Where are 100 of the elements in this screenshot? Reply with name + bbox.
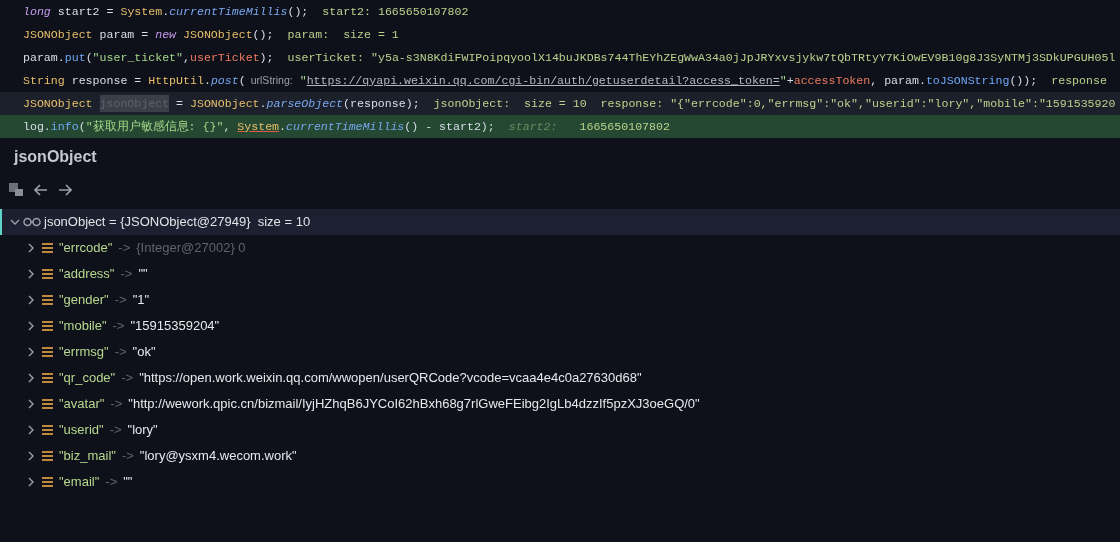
inline-value-label: start2: xyxy=(508,118,558,135)
code-type: JSONObject xyxy=(23,95,94,112)
chevron-icon[interactable] xyxy=(26,425,36,435)
entry-value: "" xyxy=(138,265,148,284)
code-string: " xyxy=(298,72,307,89)
parameter-hint: urlString: xyxy=(250,72,293,88)
code-type: System xyxy=(237,118,280,135)
code-method: info xyxy=(50,118,79,135)
entry-value: "https://open.work.weixin.qq.com/wwopen/userQRCode?vcode=vcaa4e4c0a27630d68" xyxy=(139,369,642,388)
code-field: accessToken xyxy=(793,71,871,90)
entry-arrow: -> xyxy=(121,369,134,388)
code-type: JSONObject xyxy=(190,95,260,112)
entry-arrow: -> xyxy=(110,395,123,414)
code-text: param. xyxy=(23,49,65,66)
code-text: ( xyxy=(85,49,93,66)
code-field: userTicket xyxy=(190,48,260,67)
entry-value: "1" xyxy=(132,291,150,310)
code-text: (); xyxy=(252,26,274,43)
list-icon xyxy=(42,347,53,357)
list-icon xyxy=(42,477,53,487)
code-text: param = xyxy=(98,26,150,43)
chevron-icon[interactable] xyxy=(26,399,36,409)
entry-value: {Integer@27002} 0 xyxy=(136,239,246,258)
list-icon xyxy=(42,425,53,435)
chevron-icon[interactable] xyxy=(26,243,36,253)
code-text: (); xyxy=(287,3,309,20)
entry-key: "userid" xyxy=(59,420,104,440)
entry-arrow: -> xyxy=(109,421,122,440)
code-text: . xyxy=(259,95,267,112)
inline-value-hint: start2: 1665650107802 xyxy=(322,3,469,20)
entry-arrow: -> xyxy=(120,265,133,284)
entry-key: "mobile" xyxy=(59,316,107,336)
code-url: https://qyapi.weixin.qq.com/cgi-bin/auth/getuserdetail?access_token= xyxy=(306,72,780,89)
chevron-icon[interactable] xyxy=(26,321,36,331)
code-string: "user_ticket" xyxy=(92,49,184,66)
code-type: JSONObject xyxy=(182,26,253,43)
chevron-icon[interactable] xyxy=(26,373,36,383)
code-text: log. xyxy=(23,118,51,135)
code-keyword: long xyxy=(23,3,51,20)
tree-label: jsonObject = {JSONObject@27949} size = 10 xyxy=(44,213,311,232)
code-type: System xyxy=(120,3,163,20)
list-icon xyxy=(42,269,53,279)
list-icon xyxy=(42,373,53,383)
code-text: . xyxy=(279,118,287,135)
code-text: = xyxy=(175,95,185,112)
chevron-icon[interactable] xyxy=(26,269,36,279)
inline-value-hint: param: size = 1 xyxy=(287,26,399,43)
code-text: ( xyxy=(78,118,86,135)
code-text: ()); xyxy=(1009,72,1038,89)
entry-arrow: -> xyxy=(114,291,127,310)
code-text: , xyxy=(223,118,232,135)
chevron-icon[interactable] xyxy=(26,477,36,487)
code-type: JSONObject xyxy=(23,26,93,43)
entry-key: "errmsg" xyxy=(59,342,109,362)
glasses-icon xyxy=(23,217,41,227)
entry-value: "ok" xyxy=(132,343,156,362)
code-text: start2 = xyxy=(56,3,115,20)
entry-arrow: -> xyxy=(114,343,127,362)
chevron-icon[interactable] xyxy=(26,295,36,305)
list-icon xyxy=(42,321,53,331)
code-method: toJSONString xyxy=(925,72,1010,89)
code-text: + xyxy=(786,72,794,89)
code-keyword: new xyxy=(155,26,177,43)
inline-value-hint: jsonObject: size = 10 response: "{"errcode":0,"errmsg":"ok","userid":"lory","mobile":"1591535920 xyxy=(433,95,1116,112)
code-text: , xyxy=(183,49,190,66)
back-arrow-icon[interactable] xyxy=(34,184,48,196)
entry-arrow: -> xyxy=(118,239,131,258)
code-text: () - start2); xyxy=(404,118,495,135)
forward-arrow-icon[interactable] xyxy=(58,184,72,196)
chevron-icon[interactable] xyxy=(26,347,36,357)
entry-key: "gender" xyxy=(59,290,109,310)
chevron-icon[interactable] xyxy=(10,217,20,227)
tree-row[interactable]: jsonObject = {JSONObject@27949} size = 10 xyxy=(0,209,1120,235)
entry-value: "lory@ysxm4.wecom.work" xyxy=(139,447,297,466)
entry-value: "15915359204" xyxy=(130,317,220,336)
entry-key: "errcode" xyxy=(59,238,113,258)
code-text: . xyxy=(162,3,170,20)
code-type: String xyxy=(23,72,65,89)
list-icon xyxy=(42,399,53,409)
code-text: . xyxy=(203,72,211,89)
entry-value: "" xyxy=(123,473,133,492)
code-type: HttpUtil xyxy=(148,72,204,89)
entry-value: "lory" xyxy=(127,421,158,440)
group-icon[interactable] xyxy=(9,183,24,197)
code-method: put xyxy=(64,49,86,66)
entry-arrow: -> xyxy=(121,447,134,466)
panel-title: jsonObject xyxy=(14,147,97,167)
list-icon xyxy=(42,243,53,253)
code-string: " xyxy=(779,72,787,89)
entry-key: "qr_code" xyxy=(59,368,116,388)
code-string: "获取用户敏感信息: {}" xyxy=(85,118,224,135)
code-method: parseObject xyxy=(266,95,344,112)
entry-arrow: -> xyxy=(112,317,125,336)
code-text: response = xyxy=(70,72,143,89)
chevron-icon[interactable] xyxy=(26,451,36,461)
entry-key: "biz_mail" xyxy=(59,446,116,466)
entry-arrow: -> xyxy=(105,473,118,492)
entry-key: "avatar" xyxy=(59,394,105,414)
code-text: (response); xyxy=(343,95,420,112)
inline-value-hint: userTicket: "y5a-s3N8KdiFWIPoipqyoolX14buJKDBs744ThEYhZEgWwA34a0jJpJRYxvsjykw7tQbTRtyY7KiOwEV9B10g8J3SyNTMj3SDkUPGUH05l xyxy=(287,49,1116,66)
